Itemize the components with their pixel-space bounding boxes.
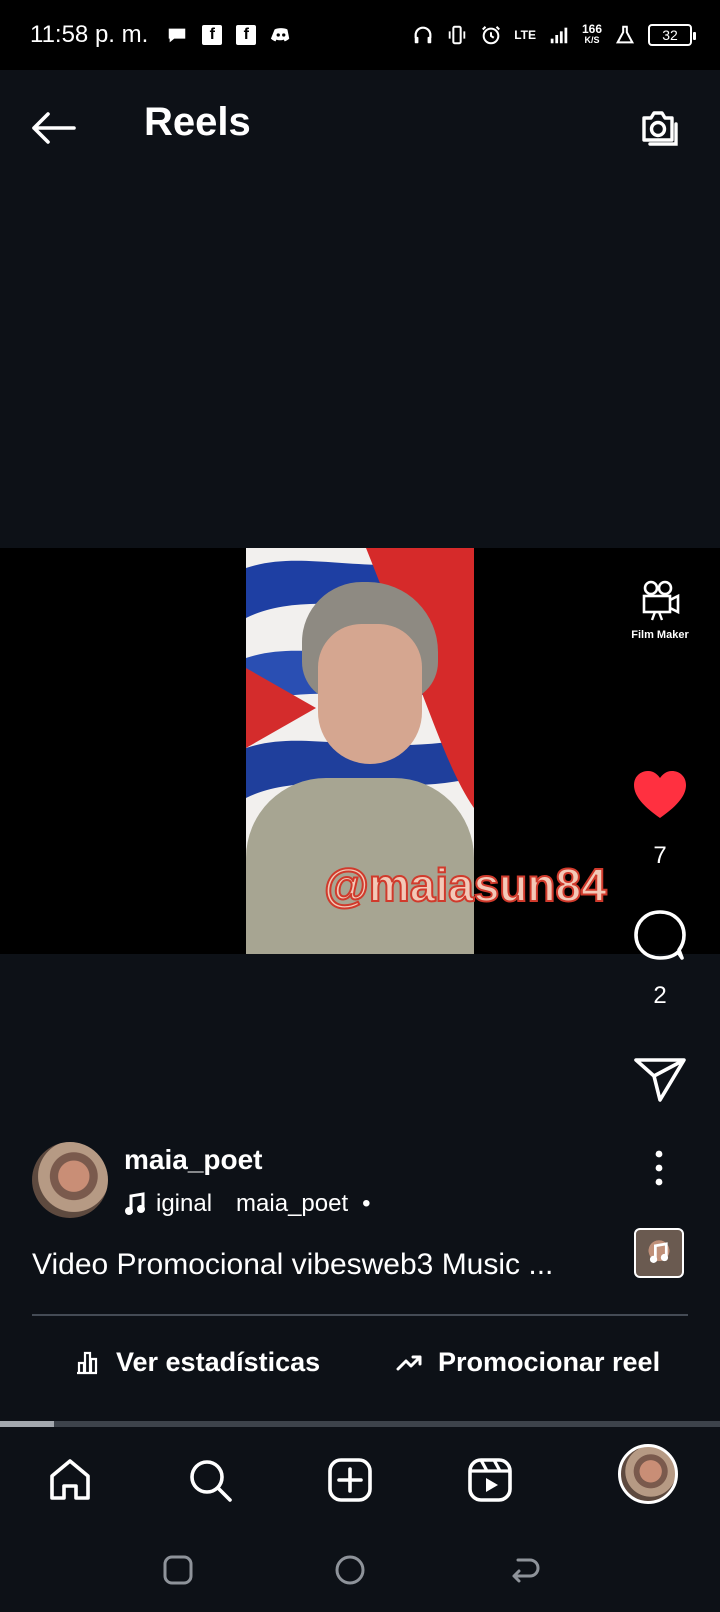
chat-bubble-icon <box>169 28 186 43</box>
nav-create[interactable] <box>322 1452 378 1508</box>
music-note-icon <box>649 1242 669 1263</box>
more-options-icon[interactable] <box>644 1148 674 1188</box>
music-note-icon <box>125 1192 145 1215</box>
like-heart-icon[interactable] <box>630 768 690 824</box>
film-maker-label: Film Maker <box>631 629 689 641</box>
speed-unit: K/S <box>584 35 600 45</box>
signal-icon <box>550 27 568 44</box>
status-bar: 11:58 p. m. f f LTE 166 K/S 32 <box>0 0 720 70</box>
video-progress-bar[interactable] <box>0 1421 720 1427</box>
vibrate-icon <box>448 25 466 45</box>
nav-home[interactable] <box>42 1452 98 1508</box>
film-maker-badge: Film Maker <box>620 578 700 641</box>
recent-apps-icon[interactable] <box>160 1552 196 1588</box>
speed-value: 166 <box>581 22 602 36</box>
bottom-navigation <box>0 1430 720 1530</box>
view-insights-label: Ver estadísticas <box>116 1346 321 1377</box>
nav-reels[interactable] <box>462 1452 518 1508</box>
film-camera-icon <box>642 580 680 621</box>
network-type: LTE <box>514 27 536 42</box>
back-arrow-icon[interactable] <box>28 108 78 148</box>
audio-author: maia_poet <box>236 1190 349 1217</box>
add-post-icon <box>328 1458 372 1502</box>
promote-reel-button[interactable]: Promocionar reel <box>396 1340 660 1384</box>
video-watermark: @maiasun84 <box>323 858 608 912</box>
headphones-icon <box>414 26 432 44</box>
comment-bubble-icon[interactable] <box>630 908 690 964</box>
facebook-icon: f <box>202 25 223 45</box>
trending-up-icon <box>396 1355 422 1371</box>
bar-chart-icon <box>77 1351 98 1375</box>
send-share-icon[interactable] <box>630 1052 690 1104</box>
discord-icon <box>271 28 290 42</box>
network-label: LTE <box>514 27 536 42</box>
notification-icons: f f <box>166 24 292 46</box>
author-username[interactable]: maia_poet <box>124 1144 263 1176</box>
flask-icon <box>615 25 635 44</box>
home-icon <box>50 1459 90 1500</box>
system-navigation <box>0 1530 720 1612</box>
person-face <box>318 624 422 764</box>
network-speed: 166 K/S <box>581 22 602 46</box>
comment-count: 2 <box>653 982 667 1009</box>
back-button-icon[interactable] <box>506 1552 542 1588</box>
audio-thumbnail[interactable] <box>634 1228 684 1278</box>
author-avatar[interactable] <box>32 1142 108 1218</box>
status-time: 11:58 p. m. <box>30 21 149 48</box>
nav-search[interactable] <box>182 1452 238 1508</box>
camera-icon[interactable] <box>634 104 682 152</box>
home-button-icon[interactable] <box>332 1552 368 1588</box>
view-insights-button[interactable]: Ver estadísticas <box>74 1340 320 1384</box>
separator-dot: • <box>362 1190 371 1217</box>
reels-header: Reels <box>0 70 720 188</box>
reels-icon <box>468 1458 512 1502</box>
divider <box>32 1314 688 1316</box>
audio-name: iginal <box>156 1190 213 1217</box>
facebook-icon: f <box>236 25 257 45</box>
video-progress-fill <box>0 1421 54 1427</box>
alarm-icon <box>482 26 501 45</box>
system-indicators: LTE 166 K/S 32 <box>412 0 696 70</box>
nav-profile-avatar[interactable] <box>618 1444 678 1504</box>
reel-caption[interactable]: Video Promocional vibesweb3 Music ... <box>32 1248 592 1282</box>
search-icon <box>190 1460 232 1502</box>
battery-indicator: 32 <box>648 24 696 46</box>
page-title: Reels <box>144 100 251 144</box>
promote-reel-label: Promocionar reel <box>438 1346 661 1377</box>
like-count: 7 <box>653 842 667 869</box>
audio-attribution[interactable]: iginal maia_poet • <box>124 1190 371 1218</box>
